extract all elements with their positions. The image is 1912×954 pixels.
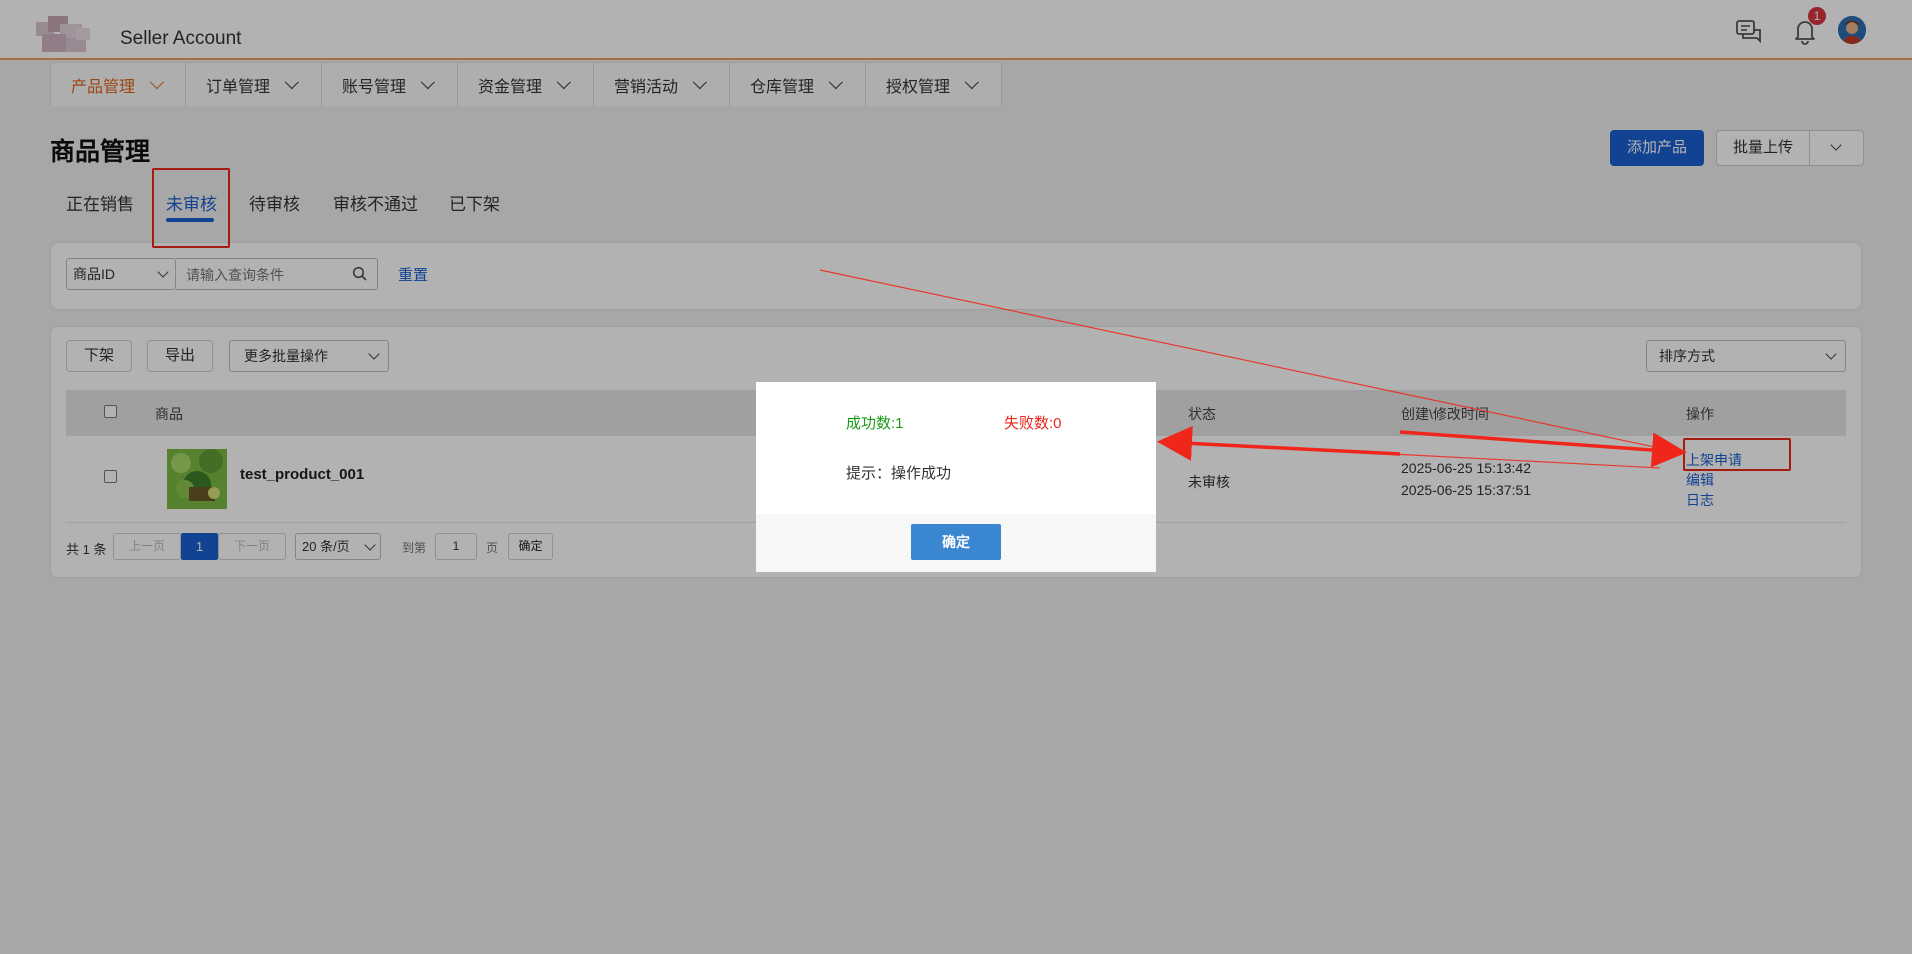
- dialog-footer: 确定: [756, 514, 1156, 572]
- success-count: 成功数:1: [846, 415, 904, 432]
- dialog-ok-button[interactable]: 确定: [911, 524, 1001, 560]
- result-dialog: 成功数:1 失败数:0 提示：操作成功 确定: [756, 382, 1156, 572]
- dialog-message: 提示：操作成功: [846, 465, 952, 482]
- fail-count: 失败数:0: [1004, 415, 1062, 432]
